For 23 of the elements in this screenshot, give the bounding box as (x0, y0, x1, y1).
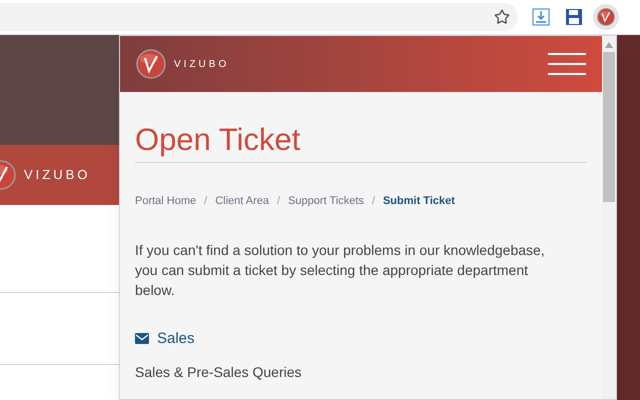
breadcrumb-separator: / (277, 194, 280, 209)
scroll-up-icon[interactable] (605, 42, 613, 48)
envelope-icon (135, 333, 149, 344)
logo-wordmark: VIZUBO (24, 166, 90, 184)
breadcrumb-link[interactable]: Client Area (215, 193, 270, 210)
extension-button[interactable] (593, 4, 619, 30)
intro-text: If you can't find a solution to your problems in our knowledgebase, you can submit a ticket by selecting the appropriate department below. (135, 240, 546, 300)
menu-icon[interactable] (548, 52, 586, 76)
logo-wordmark: VIZUBO (174, 58, 230, 72)
logo-icon (136, 49, 166, 79)
scrollbar-thumb[interactable] (603, 52, 615, 202)
breadcrumb-separator: / (372, 194, 375, 209)
breadcrumb-separator: / (204, 194, 208, 209)
logo-icon (597, 8, 615, 26)
bookmark-star-icon[interactable] (494, 9, 510, 25)
breadcrumb-link[interactable]: Portal Home (135, 193, 196, 210)
page-title: Open Ticket (135, 121, 302, 159)
scrollbar[interactable] (602, 36, 616, 399)
department-description: Sales & Pre-Sales Queries (135, 363, 303, 382)
breadcrumb-link[interactable]: Support Tickets (288, 193, 364, 210)
download-icon[interactable] (532, 8, 550, 26)
department-link[interactable]: Sales (135, 328, 587, 350)
breadcrumb-link[interactable]: Submit Ticket (382, 193, 455, 210)
